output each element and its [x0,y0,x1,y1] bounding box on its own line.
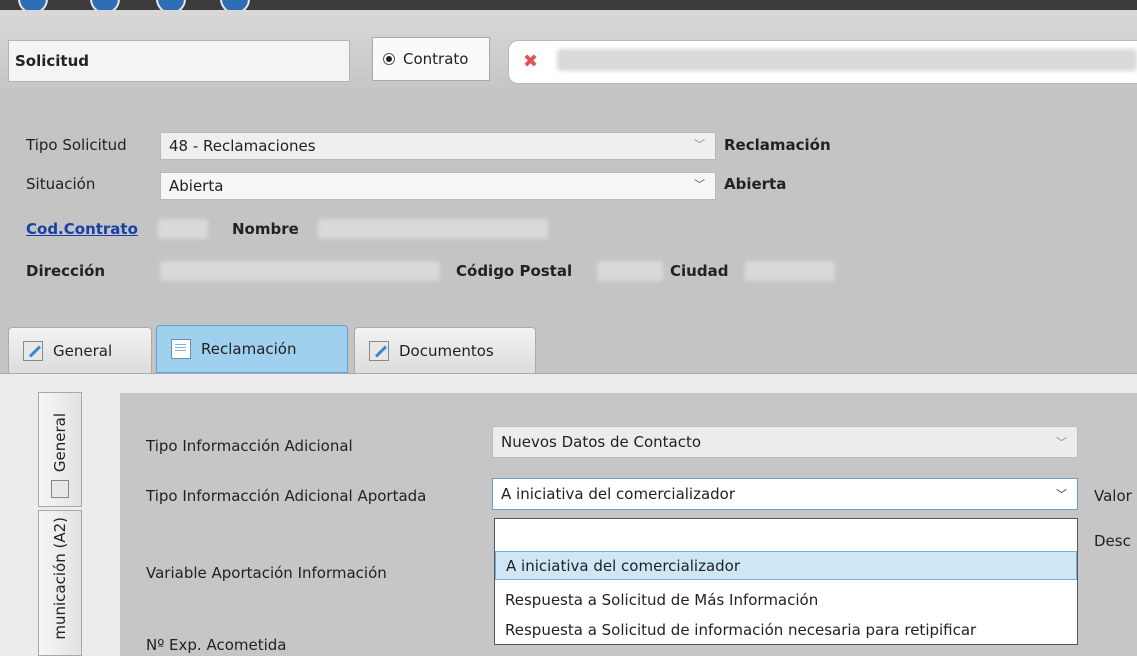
chevron-down-icon: ﹀ [1056,488,1067,501]
dropdown-option-selected[interactable]: A iniciativa del comercializador [495,551,1077,580]
tipo-info-aportada-label: Tipo Informacción Adicional Aportada [146,487,427,505]
tab-reclamacion[interactable]: Reclamación [156,325,348,373]
edit-icon [369,340,389,361]
solicitud-label: Solicitud [15,52,90,70]
desc-label: Desc [1094,532,1131,550]
contract-search-box[interactable]: ✖ [508,40,1137,84]
document-icon [171,339,191,359]
ciudad-label: Ciudad [670,262,729,280]
chevron-down-icon: ﹀ [1056,436,1067,449]
request-form [0,90,1137,315]
tab-documentos[interactable]: Documentos [354,327,536,373]
side-tab-general-label: General [51,412,69,472]
side-tab-comunicacion[interactable]: municación (A2) [38,510,82,656]
tipo-solicitud-value: 48 - Reclamaciones [169,137,316,155]
redacted-ciudad [745,261,835,281]
dropdown-option[interactable]: Respuesta a Solicitud de Más Información [495,585,1077,614]
close-icon[interactable]: ✖ [523,51,538,72]
dropdown-option[interactable]: Respuesta a Solicitud de información nec… [495,615,1077,644]
tipo-solicitud-label: Tipo Solicitud [26,136,127,154]
situacion-select[interactable]: Abierta ﹀ [160,172,716,200]
contrato-label: Contrato [403,50,469,68]
direccion-label: Dirección [26,262,106,280]
chevron-down-icon: ﹀ [694,138,705,151]
solicitud-title: Solicitud [8,40,350,82]
tab-documentos-label: Documentos [399,341,494,360]
side-tab-comunicacion-label: municación (A2) [51,517,69,640]
contrato-radio[interactable]: Contrato [372,37,490,81]
chevron-down-icon: ﹀ [694,178,705,191]
redacted-direccion [160,261,440,281]
dropdown-option-empty[interactable] [495,519,1077,548]
redacted-codigo-postal [597,261,663,281]
situacion-desc: Abierta [724,175,787,193]
tab-reclamacion-label: Reclamación [201,340,297,358]
redacted-content [557,49,1137,71]
tab-general[interactable]: General [8,327,152,373]
edit-icon [23,340,43,361]
tipo-info-label: Tipo Informacción Adicional [146,437,353,455]
tipo-solicitud-desc: Reclamación [724,136,831,154]
redacted-nombre [318,219,548,239]
tipo-solicitud-select[interactable]: 48 - Reclamaciones ﹀ [160,132,716,160]
tipo-info-aportada-value: A iniciativa del comercializador [501,485,736,503]
situacion-value: Abierta [169,177,224,195]
nombre-label: Nombre [232,220,299,238]
valor-label: Valor [1094,487,1132,505]
tipo-info-aportada-dropdown: A iniciativa del comercializador Respues… [494,518,1078,645]
cod-contrato-link[interactable]: Cod.Contrato [26,220,138,238]
codigo-postal-label: Código Postal [456,262,573,280]
side-tab-general[interactable]: General [38,392,82,507]
variable-aportacion-label: Variable Aportación Información [146,564,387,582]
tipo-info-select[interactable]: Nuevos Datos de Contacto ﹀ [492,426,1078,458]
tipo-info-value: Nuevos Datos de Contacto [501,433,702,451]
edit-icon [51,480,69,498]
tipo-info-aportada-select[interactable]: A iniciativa del comercializador ﹀ [492,478,1078,510]
situacion-label: Situación [26,175,96,193]
tab-general-label: General [53,341,113,360]
redacted-cod-contrato [158,219,208,239]
exp-acometida-label: Nº Exp. Acometida [146,636,287,654]
radio-selected-icon[interactable] [383,53,395,65]
